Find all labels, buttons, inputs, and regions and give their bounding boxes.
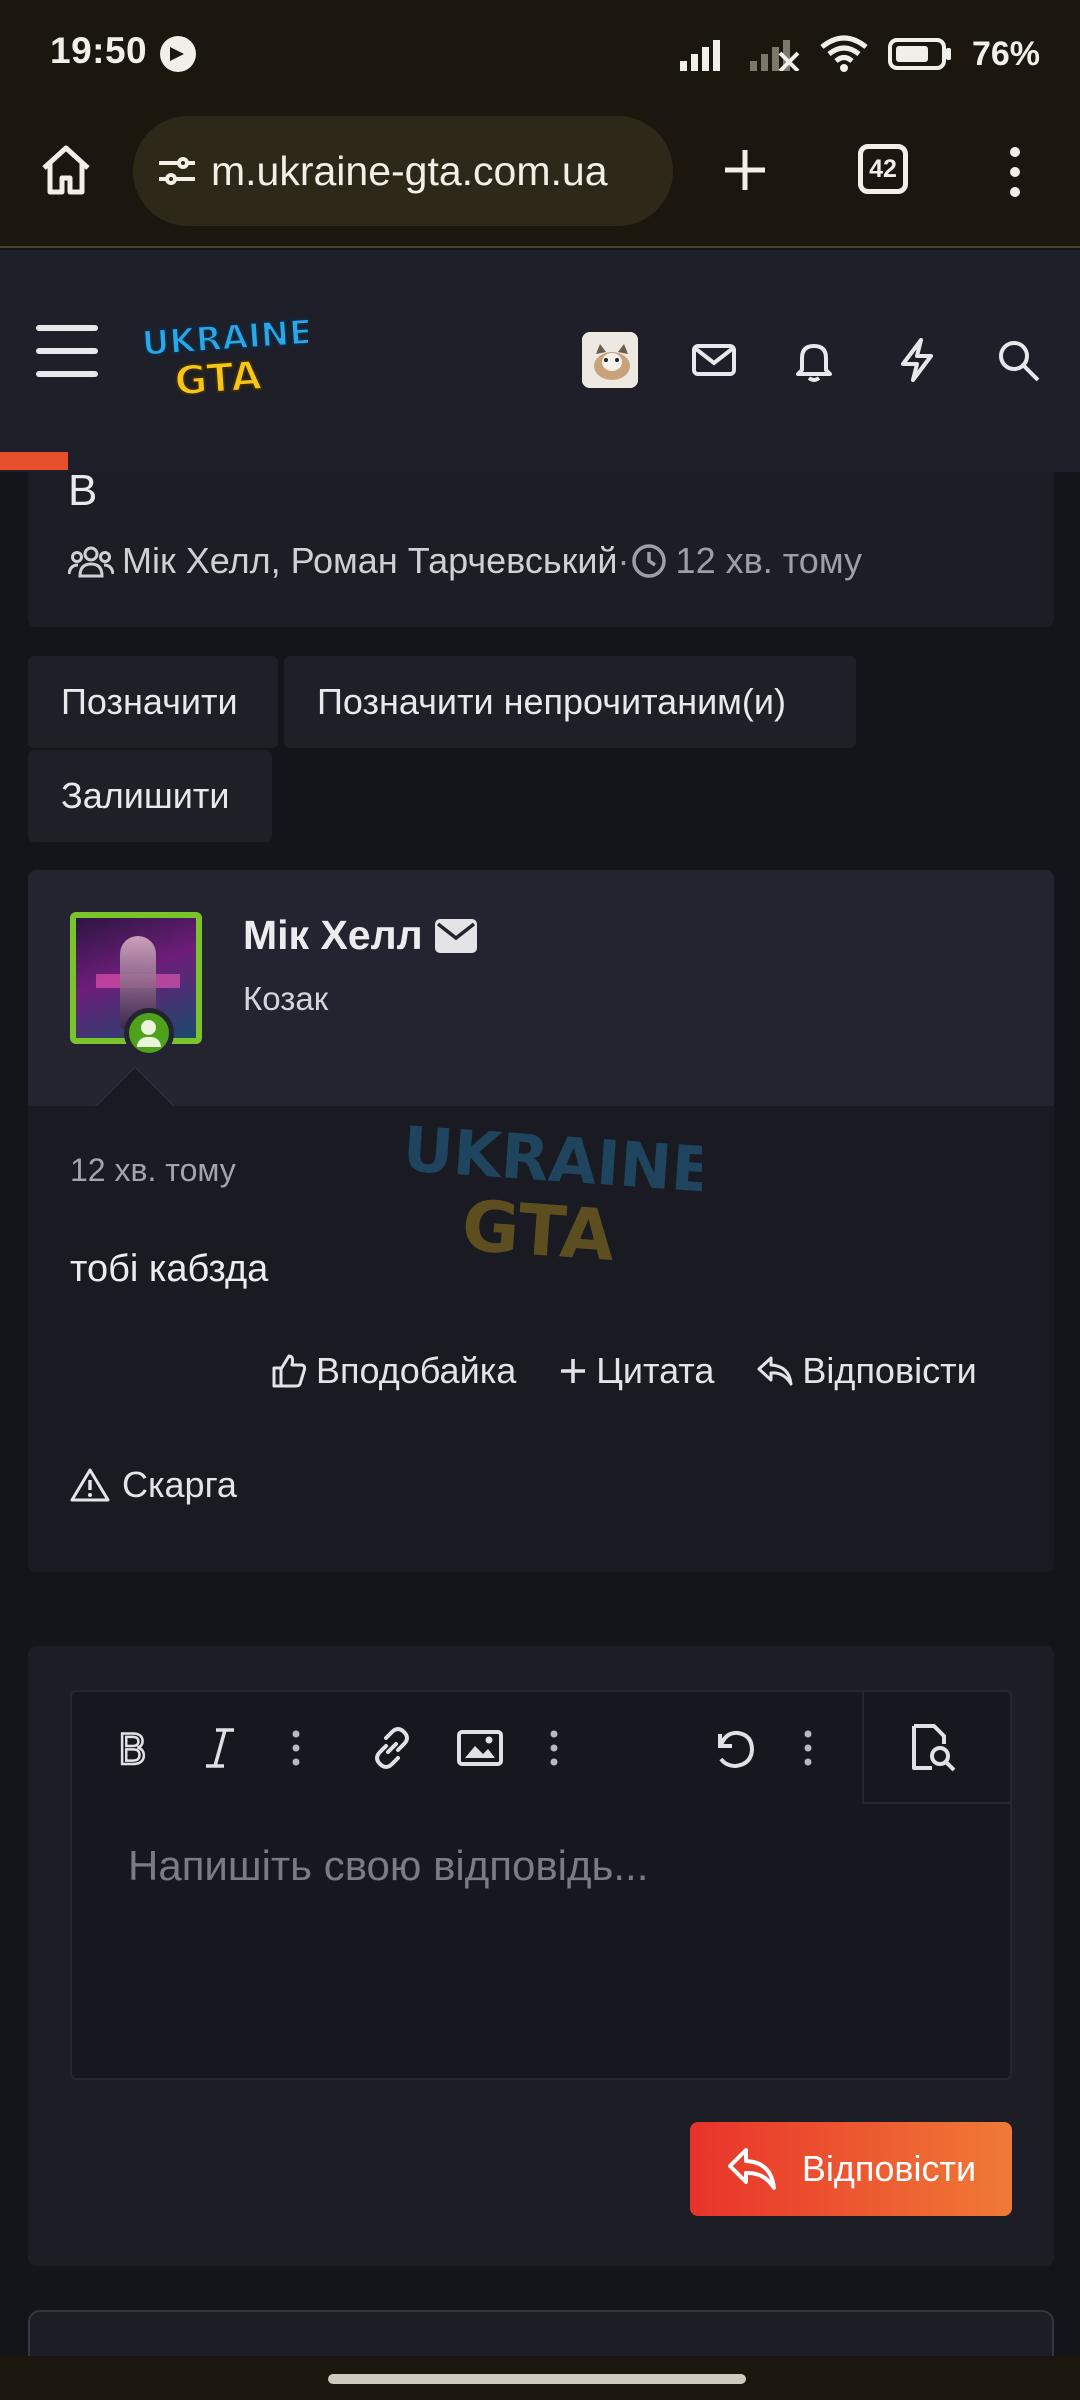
message-time[interactable]: 12 хв. тому <box>70 1152 236 1189</box>
avatar-pointer <box>95 1066 175 1106</box>
mail-icon[interactable] <box>690 336 738 384</box>
watermark-logo: UKRAINE GTA <box>392 1112 717 1277</box>
reply-icon <box>727 2148 776 2190</box>
svg-text:GTA: GTA <box>173 353 263 402</box>
message-header <box>28 870 1054 1106</box>
preview-icon[interactable] <box>906 1722 958 1774</box>
more-insert-icon[interactable] <box>528 1722 580 1774</box>
more-menu-icon[interactable] <box>1000 142 1030 202</box>
message-author: Мік Хелл <box>243 912 477 959</box>
status-time: 19:50 <box>50 30 148 71</box>
user-avatar[interactable] <box>582 332 638 388</box>
author-name[interactable]: Мік Хелл <box>243 912 423 959</box>
home-icon[interactable] <box>36 140 96 200</box>
report-button[interactable]: Скарга <box>70 1464 237 1506</box>
warning-icon <box>70 1468 110 1502</box>
thread-summary-card: В Мік Хелл, Роман Тарчевський · 12 хв. т… <box>28 466 1054 627</box>
author-title: Козак <box>243 980 329 1017</box>
users-icon <box>68 546 114 578</box>
bell-icon[interactable] <box>790 336 838 384</box>
quote-button[interactable]: Цитата <box>558 1350 714 1392</box>
site-settings-icon[interactable] <box>153 147 201 195</box>
wifi-icon <box>820 35 868 73</box>
reply-label: Відповісти <box>802 1350 977 1391</box>
reply-placeholder: Напишіть свою відповідь... <box>128 1842 649 1889</box>
like-label: Вподобайка <box>316 1350 517 1391</box>
reply-link[interactable]: Відповісти <box>756 1350 977 1392</box>
svg-text:B: B <box>118 1726 147 1770</box>
reply-editor[interactable]: B Напишіть свою відповідь... <box>70 1690 1012 2080</box>
italic-icon[interactable] <box>194 1722 246 1774</box>
image-icon[interactable] <box>454 1722 506 1774</box>
new-tab-icon[interactable] <box>715 140 775 200</box>
thread-time: 12 хв. тому <box>675 540 862 581</box>
envelope-icon[interactable] <box>434 918 477 953</box>
mark-button[interactable]: Позначити <box>28 656 278 748</box>
submit-reply-button[interactable]: Відповісти <box>690 2122 1012 2216</box>
leave-button[interactable]: Залишити <box>28 750 272 842</box>
menu-icon[interactable] <box>36 325 98 381</box>
site-logo[interactable]: UKRAINE GTA <box>138 311 315 406</box>
message-text: тобі кабзда <box>70 1248 269 1290</box>
browser-toolbar: m.ukraine-gta.com.ua 42 <box>0 108 1080 248</box>
tab-switcher-button[interactable]: 42 <box>858 144 908 194</box>
thumbs-up-icon <box>272 1354 307 1388</box>
url-text: m.ukraine-gta.com.ua <box>211 147 608 194</box>
signal-off-icon <box>749 37 800 71</box>
online-status-icon <box>124 1008 174 1058</box>
address-bar[interactable]: m.ukraine-gta.com.ua <box>133 116 673 226</box>
undo-icon[interactable] <box>708 1722 760 1774</box>
signal-icon <box>679 37 730 71</box>
bold-icon[interactable]: B <box>108 1722 160 1774</box>
navigation-bar <box>0 2356 1080 2400</box>
lightning-icon[interactable] <box>893 336 941 384</box>
reply-icon <box>757 1356 793 1386</box>
submit-reply-label: Відповісти <box>801 2148 977 2189</box>
meta-separator: · <box>617 540 630 581</box>
thread-title-fragment: В <box>68 466 98 515</box>
thread-meta: Мік Хелл, Роман Тарчевський · 12 хв. том… <box>68 540 862 582</box>
site-header: UKRAINE GTA <box>0 250 1080 472</box>
status-bar: 19:50 76% <box>0 0 1080 108</box>
search-icon[interactable] <box>994 336 1042 384</box>
svg-text:GTA: GTA <box>459 1185 617 1270</box>
more-format-icon[interactable] <box>270 1722 322 1774</box>
quote-label: Цитата <box>596 1350 715 1391</box>
mark-unread-button[interactable]: Позначити непрочитаним(и) <box>284 656 856 748</box>
like-button[interactable]: Вподобайка <box>270 1350 516 1392</box>
battery-icon <box>887 38 952 70</box>
home-gesture-handle[interactable] <box>328 2374 746 2384</box>
plus-icon <box>561 1359 586 1383</box>
notification-icon <box>160 36 196 72</box>
more-options-icon[interactable] <box>782 1722 834 1774</box>
editor-toolbar: B <box>72 1692 1010 1804</box>
clock-icon <box>631 544 666 578</box>
participants[interactable]: Мік Хелл, Роман Тарчевський <box>122 540 618 582</box>
page-progress-bar <box>0 452 68 470</box>
report-label: Скарга <box>122 1464 237 1505</box>
battery-percent: 76% <box>971 34 1040 73</box>
link-icon[interactable] <box>366 1722 418 1774</box>
message-actions: Вподобайка Цитата Відповісти <box>270 1350 977 1392</box>
